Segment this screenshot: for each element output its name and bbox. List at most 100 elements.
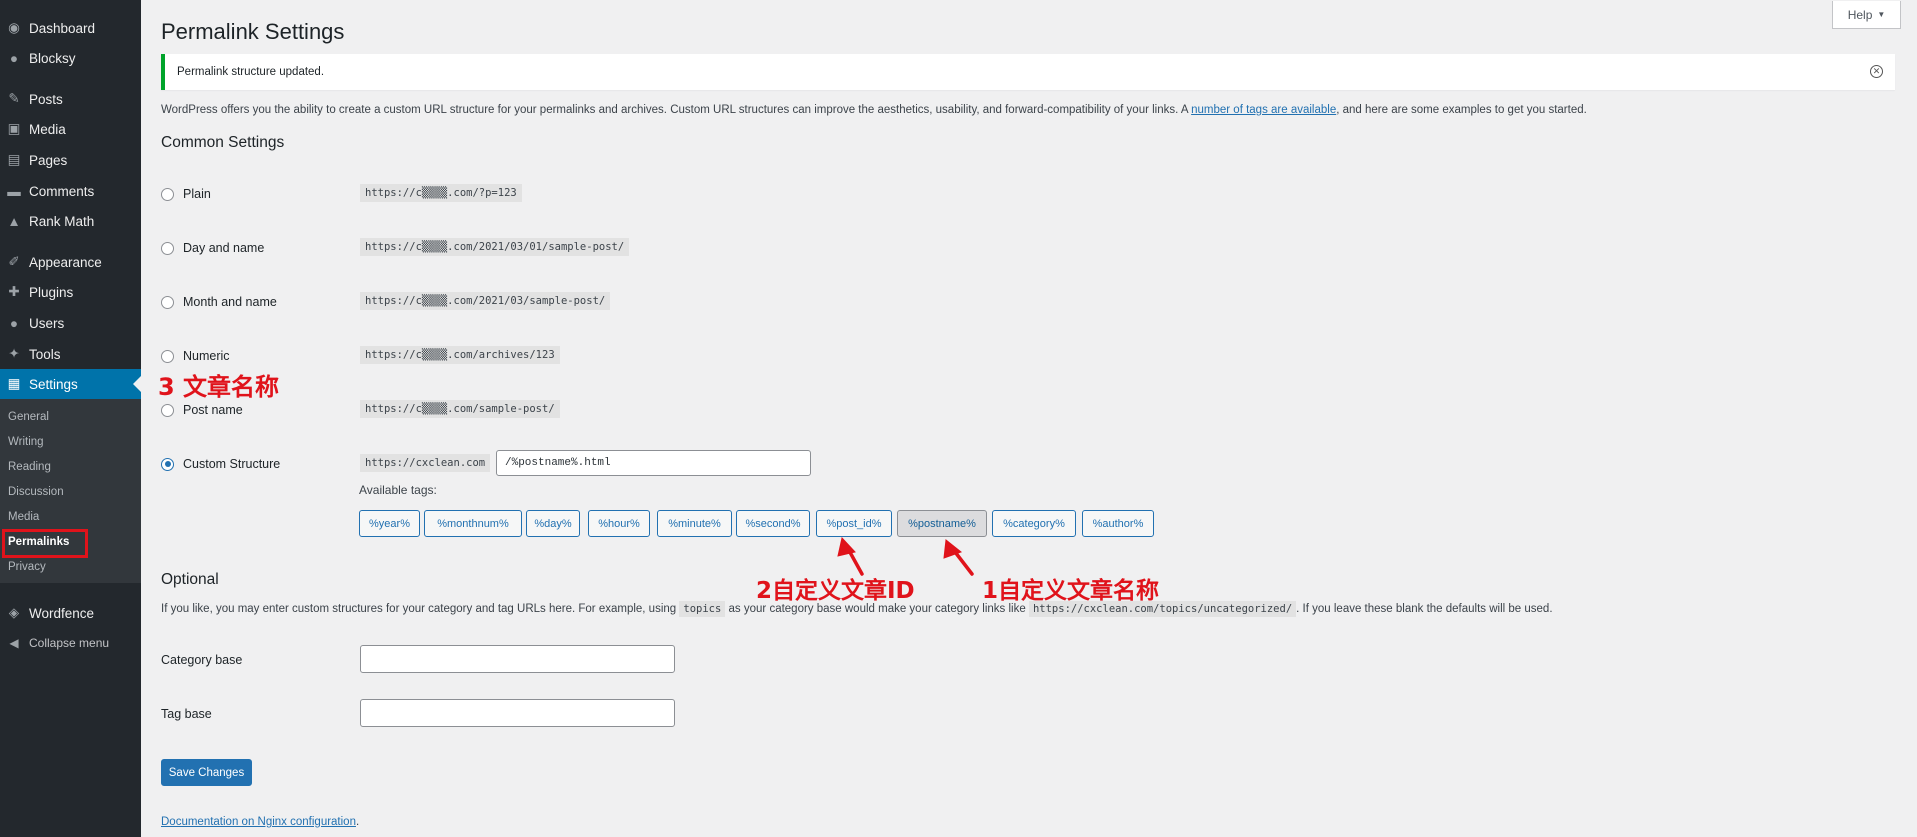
pages-icon: ▤	[7, 152, 21, 167]
option-label: Custom Structure	[183, 457, 281, 471]
dashboard-icon: ◉	[8, 20, 20, 35]
tag-author-button[interactable]: %author%	[1082, 510, 1154, 537]
sidebar-item-label: Settings	[29, 376, 78, 392]
month-and-name-radio[interactable]	[161, 295, 174, 309]
plugin-icon: ✚	[8, 284, 20, 299]
sidebar-item-posts[interactable]: ✎ Posts	[0, 84, 141, 114]
arrow-head-postname	[943, 539, 963, 559]
sidebar-item-label: Tools	[29, 346, 61, 362]
arrow-to-postname	[950, 546, 974, 576]
user-icon: ●	[9, 315, 19, 331]
annotation-post-name: 3 文章名称	[158, 373, 280, 401]
numeric-radio[interactable]	[161, 349, 174, 363]
intro-before: WordPress offers you the ability to crea…	[161, 104, 1192, 116]
wrench-icon: ✦	[8, 346, 20, 361]
tag-base-label: Tag base	[161, 707, 212, 721]
tag-post-id-button[interactable]: %post_id%	[816, 510, 892, 537]
collapse-menu-button[interactable]: ◀ Collapse menu	[0, 628, 141, 658]
option-post-name[interactable]: Post name	[161, 403, 243, 417]
submenu-item-general[interactable]: General	[8, 411, 49, 423]
documentation-nginx-link-row: Documentation on Nginx configuration.	[161, 816, 359, 828]
tag-base-input[interactable]	[360, 699, 675, 727]
custom-structure-prefix: https://cxclean.com	[360, 454, 491, 472]
save-changes-button[interactable]: Save Changes	[161, 759, 252, 786]
collapse-icon: ◀	[9, 636, 19, 650]
sidebar-item-plugins[interactable]: ✚ Plugins	[0, 277, 141, 307]
category-base-label: Category base	[161, 653, 243, 667]
tags-available-link[interactable]: number of tags are available	[1191, 104, 1336, 116]
tag-second-button[interactable]: %second%	[736, 510, 810, 537]
month-and-name-example: https://c▒▒▒▒.com/2021/03/sample-post/	[360, 292, 611, 310]
submenu-item-discussion[interactable]: Discussion	[8, 486, 64, 498]
option-label: Month and name	[183, 295, 277, 309]
annotation-custom-post-name: 1自定义文章名称	[982, 578, 1160, 604]
option-label: Day and name	[183, 241, 265, 255]
post-name-radio[interactable]	[161, 403, 174, 417]
tag-monthnum-button[interactable]: %monthnum%	[424, 510, 522, 537]
option-day-and-name[interactable]: Day and name	[161, 241, 264, 255]
blocksy-icon: ●	[9, 50, 19, 66]
help-tab-button[interactable]: Help ▼	[1832, 1, 1901, 29]
sidebar-item-label: Appearance	[29, 254, 102, 270]
arrow-to-post-id	[844, 543, 864, 576]
annotation-arrows	[837, 536, 974, 576]
plain-radio[interactable]	[161, 187, 174, 201]
close-icon[interactable]: ✕	[1870, 65, 1883, 78]
available-tags-label: Available tags:	[359, 483, 437, 497]
option-numeric[interactable]: Numeric	[161, 349, 230, 363]
optional-desc-3: . If you leave these blank the defaults …	[1296, 603, 1553, 615]
help-label: Help	[1847, 7, 1873, 22]
common-settings-heading: Common Settings	[161, 134, 285, 151]
page-title: Permalink Settings	[161, 19, 345, 44]
documentation-nginx-link[interactable]: Documentation on Nginx configuration	[161, 816, 356, 828]
sidebar-item-media[interactable]: ▣ Media	[0, 114, 141, 144]
tag-minute-button[interactable]: %minute%	[657, 510, 732, 537]
sidebar-item-tools[interactable]: ✦ Tools	[0, 339, 141, 369]
option-plain[interactable]: Plain	[161, 187, 211, 201]
permalinks-highlight-box	[2, 529, 88, 558]
notice-text: Permalink structure updated.	[177, 66, 325, 78]
sidebar-item-rank-math[interactable]: ▲ Rank Math	[0, 206, 141, 236]
tag-year-button[interactable]: %year%	[359, 510, 420, 537]
sidebar-item-settings[interactable]: ▦ Settings	[0, 369, 141, 399]
day-and-name-example: https://c▒▒▒▒.com/2021/03/01/sample-post…	[360, 238, 630, 256]
submenu-item-reading[interactable]: Reading	[8, 461, 51, 473]
day-and-name-radio[interactable]	[161, 241, 174, 255]
category-base-input[interactable]	[360, 645, 675, 673]
sidebar-item-blocksy[interactable]: ● Blocksy	[0, 43, 141, 73]
sidebar-item-wordfence[interactable]: ◈ Wordfence	[0, 598, 141, 628]
success-notice: Permalink structure updated. ✕	[161, 54, 1895, 90]
chevron-down-icon: ▼	[1877, 10, 1886, 19]
current-menu-arrow	[133, 376, 141, 392]
option-custom-structure[interactable]: Custom Structure	[161, 457, 280, 471]
optional-desc-1: If you like, you may enter custom struct…	[161, 603, 677, 615]
tag-category-button[interactable]: %category%	[992, 510, 1076, 537]
intro-text: WordPress offers you the ability to crea…	[161, 104, 1587, 116]
arrow-head-post-id	[837, 536, 856, 557]
pin-icon: ✎	[8, 91, 20, 106]
option-month-and-name[interactable]: Month and name	[161, 295, 277, 309]
option-label: Plain	[183, 187, 211, 201]
sidebar-item-label: Media	[29, 121, 66, 137]
sidebar-item-label: Comments	[29, 183, 95, 199]
custom-structure-radio[interactable]	[161, 457, 174, 471]
optional-heading: Optional	[161, 571, 219, 588]
numeric-example: https://c▒▒▒▒.com/archives/123	[360, 346, 560, 364]
sidebar-item-pages[interactable]: ▤ Pages	[0, 145, 141, 175]
tag-day-button[interactable]: %day%	[526, 510, 580, 537]
custom-structure-input[interactable]: /%postname%.html	[496, 450, 811, 476]
tag-hour-button[interactable]: %hour%	[588, 510, 650, 537]
sidebar-item-dashboard[interactable]: ◉ Dashboard	[0, 13, 141, 43]
sidebar-item-label: Pages	[29, 152, 68, 168]
sidebar-item-comments[interactable]: ▬ Comments	[0, 176, 141, 206]
wordfence-icon: ◈	[8, 605, 20, 620]
admin-sidebar: ◉ Dashboard ● Blocksy ✎ Posts ▣ Media ▤ Pages…	[0, 0, 141, 837]
submenu-item-media[interactable]: Media	[8, 511, 39, 523]
submenu-item-writing[interactable]: Writing	[8, 436, 44, 448]
submenu-item-privacy[interactable]: Privacy	[8, 561, 46, 573]
option-label: Numeric	[183, 349, 230, 363]
sidebar-item-users[interactable]: ● Users	[0, 308, 141, 338]
sidebar-item-appearance[interactable]: ✐ Appearance	[0, 247, 141, 277]
media-icon: ▣	[7, 121, 21, 136]
tag-postname-button[interactable]: %postname%	[897, 510, 987, 537]
